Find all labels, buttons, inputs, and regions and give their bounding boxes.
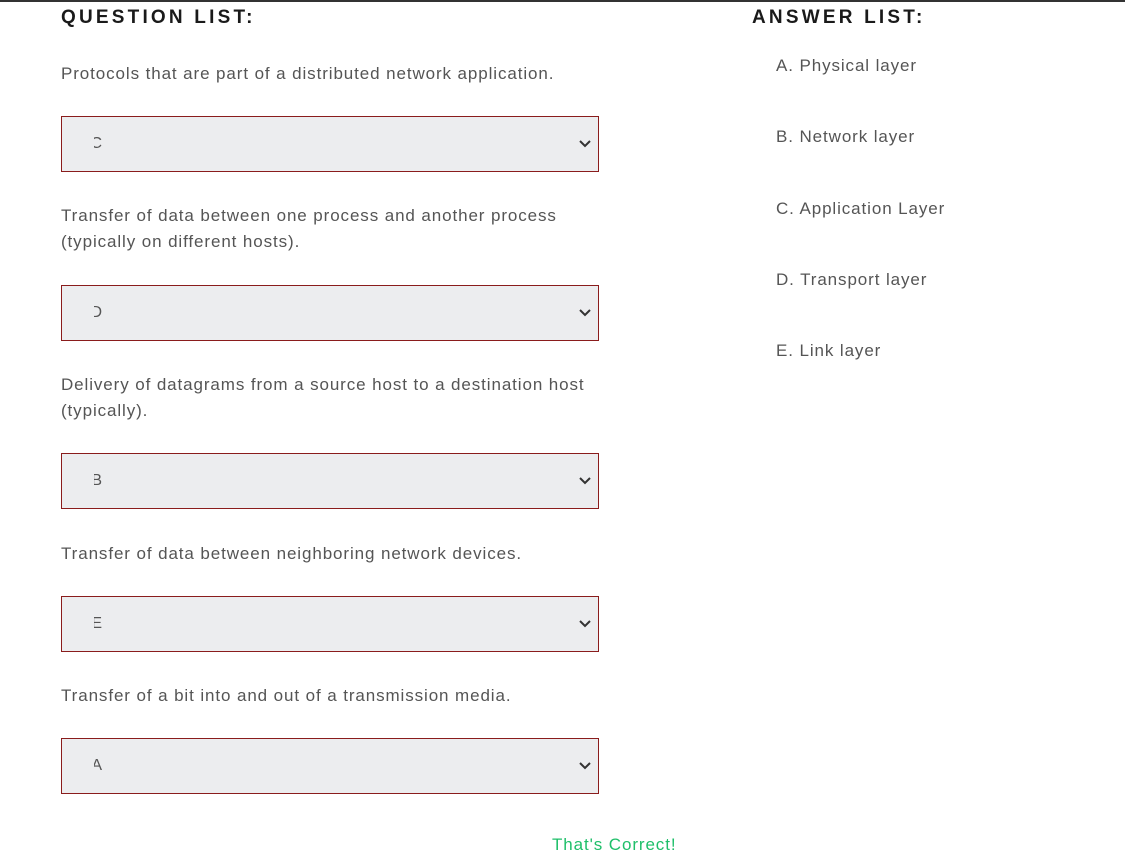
question-5-select[interactable]: A [61,738,599,794]
question-1-select[interactable]: C [61,116,599,172]
chevron-down-icon [578,136,592,152]
feedback-message: That's Correct! [552,835,677,854]
answer-item: E. Link layer [776,341,882,360]
question-5-text: Transfer of a bit into and out of a tran… [61,686,512,705]
answer-item: D. Transport layer [776,270,928,289]
question-3-select[interactable]: B [61,453,599,509]
question-2-text: Transfer of data between one process and… [61,206,557,251]
question-5-selected-value: A [94,757,102,774]
question-3-selected-value: B [94,472,102,489]
answer-item: C. Application Layer [776,199,946,218]
question-3-text: Delivery of datagrams from a source host… [61,375,585,420]
chevron-down-icon [578,616,592,632]
answer-item: B. Network layer [776,127,916,146]
chevron-down-icon [578,758,592,774]
question-4-text: Transfer of data between neighboring net… [61,544,522,563]
question-list-heading: QUESTION LIST: [61,7,256,28]
question-1-selected-value: C [94,135,102,152]
question-4-selected-value: E [94,615,102,632]
question-1-text: Protocols that are part of a distributed… [61,64,555,83]
chevron-down-icon [578,473,592,489]
answer-list-heading: ANSWER LIST: [752,7,926,28]
question-2-selected-value: D [94,304,102,321]
top-divider [0,0,1125,2]
question-2-select[interactable]: D [61,285,599,341]
chevron-down-icon [578,305,592,321]
answer-item: A. Physical layer [776,56,917,75]
question-4-select[interactable]: E [61,596,599,652]
